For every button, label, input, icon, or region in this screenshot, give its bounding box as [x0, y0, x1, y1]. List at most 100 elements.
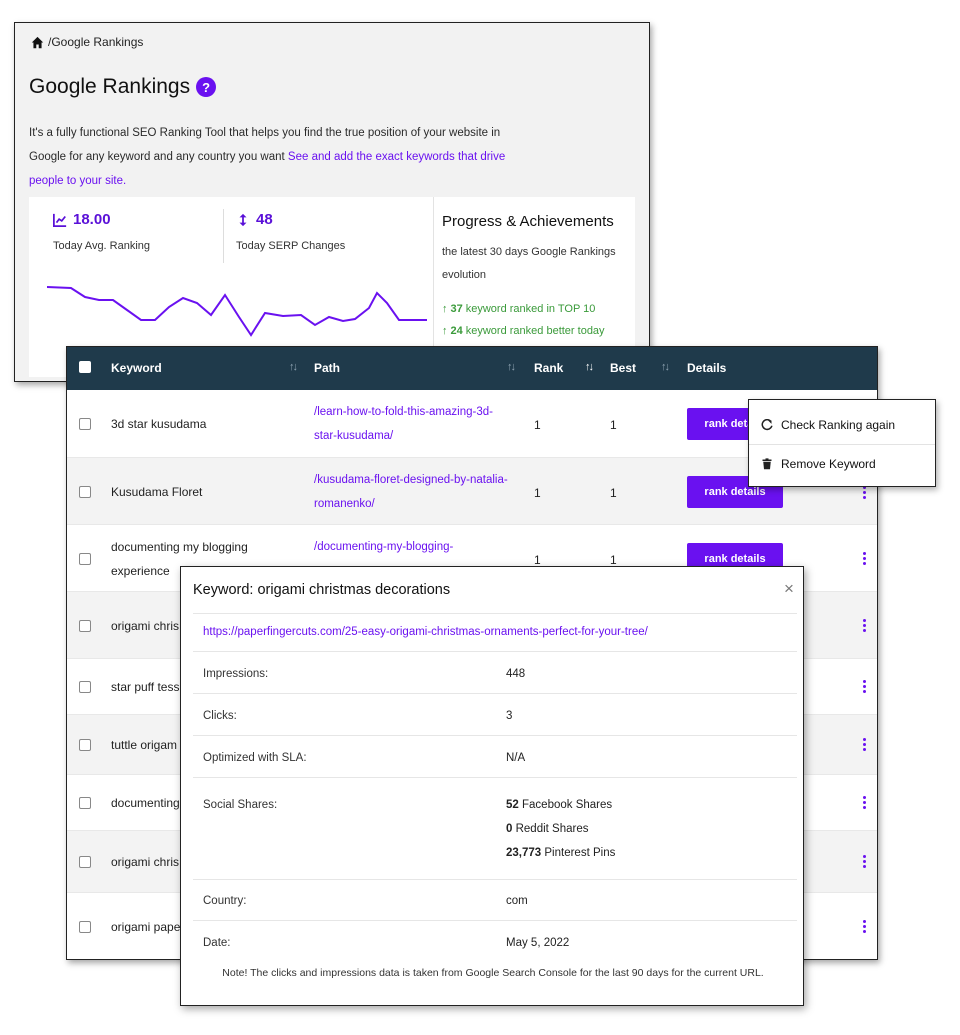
achievement-better: ↑ 24 keyword ranked better today — [442, 325, 605, 337]
sort-icon[interactable]: ↑↓ — [661, 361, 670, 373]
divider — [193, 777, 797, 778]
facebook-count: 52 — [506, 799, 519, 811]
progress-title: Progress & Achievements — [442, 213, 614, 230]
rank-cell: 1 — [534, 486, 541, 500]
divider — [193, 651, 797, 652]
achievement-top10: ↑ 37 keyword ranked in TOP 10 — [442, 303, 595, 315]
avg-ranking-stat: 18.00 Today Avg. Ranking — [53, 211, 150, 252]
social-shares-label: Social Shares: — [203, 799, 278, 811]
page-title-row: Google Rankings ? — [29, 75, 217, 99]
sort-icon-active[interactable]: ↑↓ — [585, 361, 594, 373]
row-checkbox[interactable] — [79, 486, 91, 498]
trash-icon — [762, 458, 772, 470]
country-value: com — [506, 895, 528, 907]
facebook-text: Facebook Shares — [522, 799, 613, 811]
clicks-label: Clicks: — [203, 710, 237, 722]
best-cell: 1 — [610, 486, 617, 500]
row-checkbox[interactable] — [79, 739, 91, 751]
achievement-text: keyword ranked in TOP 10 — [465, 303, 596, 315]
more-options-icon[interactable] — [863, 796, 867, 810]
progress-subtitle: the latest 30 days Google Rankings evolu… — [442, 246, 616, 281]
more-options-icon[interactable] — [863, 855, 867, 869]
more-options-icon[interactable] — [863, 738, 867, 752]
rankings-overview-panel: /Google Rankings Google Rankings ? It's … — [14, 22, 650, 382]
path-link[interactable]: /documenting-my-blogging- — [314, 535, 514, 559]
arrow-up-icon: ↑ — [442, 303, 448, 315]
row-checkbox[interactable] — [79, 856, 91, 868]
path-link[interactable]: /learn-how-to-fold-this-amazing-3d-star-… — [314, 400, 514, 448]
keyword-cell: 3d star kusudama — [111, 417, 207, 431]
divider — [193, 735, 797, 736]
divider — [193, 613, 797, 614]
row-checkbox[interactable] — [79, 921, 91, 933]
data-source-note: Note! The clicks and impressions data is… — [222, 967, 764, 979]
impressions-label: Impressions: — [203, 668, 269, 680]
facebook-shares: 52 Facebook Shares — [506, 799, 612, 811]
avg-ranking-label: Today Avg. Ranking — [53, 240, 151, 252]
sort-icon[interactable]: ↑↓ — [289, 361, 298, 373]
rank-cell: 1 — [534, 418, 541, 432]
menu-divider — [749, 444, 935, 445]
more-options-icon[interactable] — [863, 552, 867, 566]
pinterest-pins: 23,773 Pinterest Pins — [506, 847, 615, 859]
row-checkbox[interactable] — [79, 797, 91, 809]
help-icon[interactable]: ? — [196, 77, 217, 97]
row-context-menu: Check Ranking again Remove Keyword — [748, 399, 936, 487]
more-options-icon[interactable] — [863, 680, 867, 694]
pinterest-text: Pinterest Pins — [544, 847, 616, 859]
date-label: Date: — [203, 937, 231, 949]
divider — [193, 920, 797, 921]
path-link[interactable]: /kusudama-floret-designed-by-natalia-rom… — [314, 468, 514, 516]
column-path[interactable]: Path — [314, 361, 340, 375]
rank-cell: 1 — [534, 553, 541, 567]
reddit-text: Reddit Shares — [515, 823, 589, 835]
divider — [193, 693, 797, 694]
select-all-checkbox[interactable] — [79, 361, 91, 373]
keyword-details-modal: Keyword: origami christmas decorations ×… — [180, 566, 804, 1006]
achievement-text: keyword ranked better today — [465, 325, 605, 337]
close-icon[interactable]: × — [784, 579, 794, 599]
remove-keyword-label: Remove Keyword — [781, 457, 876, 471]
achievement-count: 24 — [450, 325, 463, 337]
row-checkbox[interactable] — [79, 418, 91, 430]
trending-chart-icon — [53, 213, 67, 227]
row-checkbox[interactable] — [79, 681, 91, 693]
sla-value: N/A — [506, 752, 526, 764]
country-label: Country: — [203, 895, 247, 907]
column-best[interactable]: Best — [610, 361, 636, 375]
home-icon[interactable] — [31, 36, 44, 49]
serp-changes-label: Today SERP Changes — [236, 240, 346, 252]
more-options-icon[interactable] — [863, 920, 867, 934]
more-options-icon[interactable] — [863, 486, 867, 500]
breadcrumb-current: /Google Rankings — [48, 35, 144, 49]
sla-label: Optimized with SLA: — [203, 752, 307, 764]
table-header: Keyword ↑↓ Path ↑↓ Rank ↑↓ Best ↑↓ Detai… — [67, 347, 877, 390]
best-cell: 1 — [610, 553, 617, 567]
date-value: May 5, 2022 — [506, 937, 570, 949]
pinterest-count: 23,773 — [506, 847, 542, 859]
keyword-cell: Kusudama Floret — [111, 485, 203, 499]
column-details: Details — [687, 361, 727, 375]
best-cell: 1 — [610, 418, 617, 432]
up-down-arrows-icon — [239, 213, 247, 226]
serp-changes-value: 48 — [256, 211, 273, 228]
column-rank[interactable]: Rank — [534, 361, 563, 375]
intro-text: It's a fully functional SEO Ranking Tool… — [29, 121, 509, 193]
check-ranking-again-item[interactable]: Check Ranking again — [761, 418, 895, 432]
remove-keyword-item[interactable]: Remove Keyword — [761, 457, 876, 471]
row-checkbox[interactable] — [79, 620, 91, 632]
page-title: Google Rankings — [29, 75, 191, 98]
ranking-sparkline — [47, 286, 427, 337]
breadcrumb: /Google Rankings — [31, 35, 143, 49]
achievement-count: 37 — [450, 303, 463, 315]
modal-title: Keyword: origami christmas decorations — [193, 582, 451, 598]
stat-divider — [223, 209, 224, 263]
avg-ranking-value: 18.00 — [73, 211, 111, 228]
sort-icon[interactable]: ↑↓ — [507, 361, 516, 373]
arrow-up-icon: ↑ — [442, 325, 448, 337]
row-checkbox[interactable] — [79, 553, 91, 565]
column-keyword[interactable]: Keyword — [111, 361, 162, 375]
serp-changes-stat: 48 Today SERP Changes — [236, 211, 345, 252]
keyword-url-link[interactable]: https://paperfingercuts.com/25-easy-orig… — [203, 626, 648, 638]
more-options-icon[interactable] — [863, 619, 867, 633]
